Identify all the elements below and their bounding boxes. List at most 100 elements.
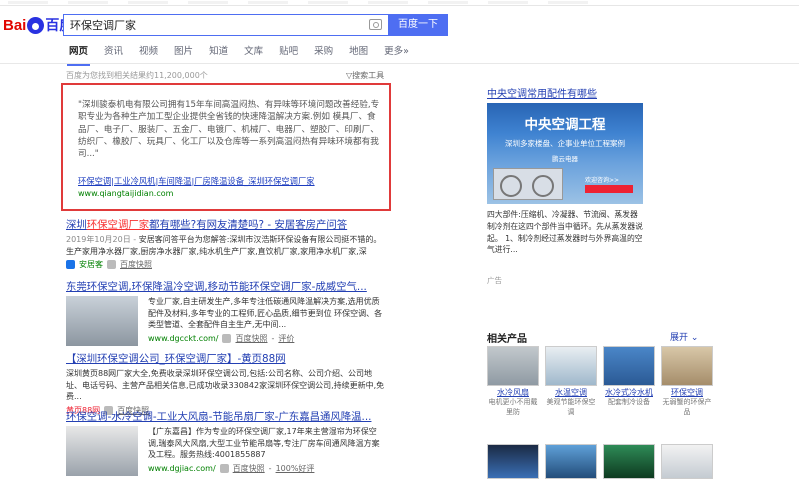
result-title-link[interactable]: 深圳环保空调厂家都有哪些?有网友清楚吗? - 安居客房产问答 [66,216,386,231]
search-tabs: 网页 资讯 视频 图片 知道 文库 贴吧 采购 地图 更多» [61,43,417,66]
review-link[interactable]: 评价 [278,333,294,344]
product-name[interactable]: 环保空调 [661,388,713,398]
product-sub: 美观节能环保空调 [546,398,596,416]
product-sub: 配套制冷设备 [608,398,650,406]
ad-image-brand: 鹏云电器 [552,155,578,163]
product-name[interactable]: 水温空调 [545,388,597,398]
tabs-divider [0,63,799,64]
product-card[interactable] [545,444,597,479]
product-card[interactable]: 水温空调 美观节能环保空调 [545,346,597,417]
result-snippet: 专业厂家,自主研发生产,多年专注低碳通风降温解决方案,选用优质配件及材料,多年专… [148,297,383,329]
product-card[interactable]: 环保空调 无弱蟹的环保产品 [661,346,713,417]
result-count: 百度为您找到相关结果约11,200,000个 [66,71,208,80]
tab-news[interactable]: 资讯 [96,43,131,63]
product-name[interactable]: 水冷风扇 [487,388,539,398]
product-card[interactable] [603,444,655,479]
tab-zhidao[interactable]: 知道 [201,43,236,63]
title-part: 都有哪些?有网友清楚吗? - 安居客房产问答 [149,219,348,231]
tab-web[interactable]: 网页 [61,43,96,66]
ad-label: 广告 [487,276,502,285]
shield-icon [107,260,116,269]
search-result: 深圳环保空调厂家都有哪些?有网友清楚吗? - 安居客房产问答 2019年10月2… [66,216,386,270]
product-image[interactable] [545,444,597,479]
ac-unit-illustration [493,168,563,200]
related-products-title: 相关产品 [487,334,527,345]
product-card[interactable]: 水冷风扇 电机更小不用戴里防 [487,346,539,417]
paw-icon [27,16,45,34]
result-title-link[interactable]: 环保空调-水冷空调-工业大风扇-节能吊扇厂家-广东嘉昌通风降温... [66,408,386,423]
expand-label: 展开 [670,333,689,343]
result-snippet: 【广东嘉昌】作为专业的环保空调厂家,17年来主营湿帘为环保空调,瑞泰风大风扇,大… [148,427,380,459]
shield-icon [222,333,232,343]
search-button[interactable]: 百度一下 [388,14,448,36]
right-ad-title[interactable]: 中央空调常用配件有哪些 [487,85,702,100]
product-image[interactable] [661,346,713,386]
result-url[interactable]: www.dgjiac.com/ [148,464,216,473]
tab-map[interactable]: 地图 [341,43,376,63]
result-url[interactable]: www.dgcckt.com/ [148,334,218,343]
result-title-link[interactable]: 东莞环保空调,环保降温冷空调,移动节能环保空调厂家-成威空气... [66,278,386,293]
ad-url[interactable]: www.qiangtaijidian.com [78,189,173,198]
logo-text-bai: Bai [3,16,27,34]
search-tools[interactable]: ▽搜索工具 [346,70,384,81]
product-image[interactable] [487,346,539,386]
result-date: 2019年10月20日 - [66,235,139,244]
cache-link[interactable]: 百度快照 [235,333,267,344]
title-part: 深圳 [66,219,87,231]
ad-image-subheading: 深圳多家楼盘、企事业单位工程案例 [505,139,625,148]
tab-purchase[interactable]: 采购 [306,43,341,63]
site-icon [66,260,75,269]
arrow-icon [585,185,633,193]
product-sub: 电机更小不用戴里防 [488,398,538,416]
cache-link[interactable]: 百度快照 [120,259,152,270]
related-products-row2 [487,444,713,479]
related-products: 水冷风扇 电机更小不用戴里防 水温空调 美观节能环保空调 水冷式冷水机 配套制冷… [487,346,713,417]
right-ad-desc: 四大部件:压缩机、冷凝器、节流阀、蒸发器 制冷剂在这四个部件当中循环。先从蒸发器… [487,210,643,255]
product-name[interactable]: 水冷式冷水机 [603,388,655,398]
product-card[interactable]: 水冷式冷水机 配套制冷设备 [603,346,655,417]
search-result: 【深圳环保空调公司_环保空调厂家】-黄页88网 深圳黄页88网厂家大全,免费收录… [66,350,386,416]
chevron-down-icon: ⌄ [690,333,699,343]
result-meta: 安居客 百度快照 [66,259,386,270]
search-result: 东莞环保空调,环保降温冷空调,移动节能环保空调厂家-成威空气... 专业厂家,自… [66,278,386,346]
tab-video[interactable]: 视频 [131,43,166,63]
result-thumbnail[interactable] [66,426,138,476]
ad-image-heading: 中央空调工程 [524,117,606,133]
review-link[interactable]: 100%好评 [276,463,315,474]
product-image[interactable] [603,444,655,479]
tab-images[interactable]: 图片 [166,43,201,63]
right-ad-image[interactable]: 中央空调工程 深圳多家楼盘、企事业单位工程案例 鹏云电器 欢迎咨询>> [487,103,643,204]
browser-bookmark-strip [0,0,799,6]
camera-icon[interactable] [369,19,382,30]
search-box[interactable] [63,14,388,36]
product-image[interactable] [661,444,713,479]
ad-image-cta: 欢迎咨询>> [585,177,620,184]
result-snippet: 2019年10月20日 - 安居客问答平台为您解答:深圳市汉浩斯环保设备有限公司… [66,234,386,257]
result-snippet: 深圳黄页88网厂家大全,免费收录深圳环保空调公司,包括:公司名称、公司介绍、公司… [66,369,385,401]
tab-more[interactable]: 更多» [376,43,417,63]
shield-icon [219,463,229,473]
product-image[interactable] [603,346,655,386]
result-meta: www.dgjiac.com/百度快照 -100%好评 [148,463,315,474]
result-site[interactable]: 安居客 [79,259,103,270]
title-highlight: 环保空调厂家 [86,219,150,231]
product-card[interactable] [661,444,713,479]
cache-link[interactable]: 百度快照 [233,463,265,474]
search-result: 环保空调-水冷空调-工业大风扇-节能吊扇厂家-广东嘉昌通风降温... 【广东嘉昌… [66,408,386,476]
search-tools-label: 搜索工具 [352,71,385,80]
tab-tieba[interactable]: 贴吧 [271,43,306,63]
right-ad-panel: 中央空调常用配件有哪些 中央空调工程 深圳多家楼盘、企事业单位工程案例 鹏云电器… [487,85,702,285]
product-sub: 无弱蟹的环保产品 [662,398,712,416]
ad-text: "深圳骏泰机电有限公司拥有15年车间高温闷热、有异味等环境问题改善经验,专职专业… [78,100,380,160]
product-card[interactable] [487,444,539,479]
expand-button[interactable]: 展开 ⌄ [670,330,698,343]
result-meta: www.dgcckt.com/百度快照 - 评价 [148,333,295,344]
result-title-link[interactable]: 【深圳环保空调公司_环保空调厂家】-黄页88网 [66,350,386,365]
ad-link[interactable]: 环保空调|工业冷风机|车间降温|厂房降温设备_深圳环保空调厂家 [78,175,315,187]
search-input[interactable] [64,15,354,35]
tab-wenku[interactable]: 文库 [236,43,271,63]
product-image[interactable] [545,346,597,386]
highlighted-ad-result: "深圳骏泰机电有限公司拥有15年车间高温闷热、有异味等环境问题改善经验,专职专业… [61,83,391,211]
result-thumbnail[interactable] [66,296,138,346]
product-image[interactable] [487,444,539,479]
